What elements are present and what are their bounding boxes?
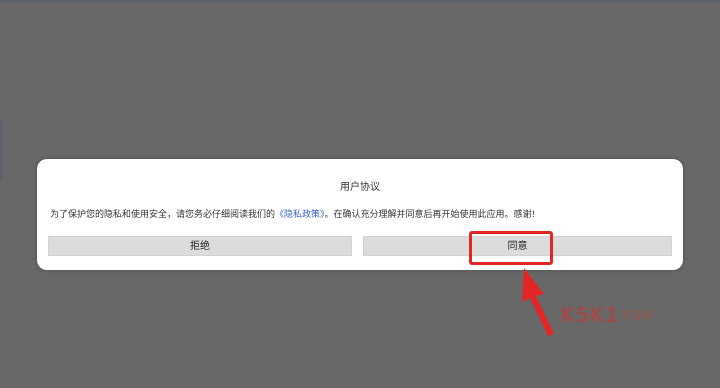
privacy-policy-link[interactable]: 《隐私政策》 <box>275 210 325 220</box>
agree-highlight-box <box>469 231 553 265</box>
message-before: 为了保护您的隐私和使用安全，请您务必仔细阅读我们的 <box>50 210 276 220</box>
k5k1-watermark-logo: K5K1 手游网 <box>560 303 653 327</box>
svg-text:手游网: 手游网 <box>620 308 653 322</box>
reject-button[interactable]: 拒绝 <box>48 236 352 256</box>
top-edge-strip <box>0 0 720 2</box>
left-edge-strip <box>0 120 2 180</box>
dialog-title: 用户协议 <box>340 182 380 193</box>
message-after: 。在确认充分理解并同意后再开始使用此应用。感谢! <box>324 210 536 220</box>
dialog-message: 为了保护您的隐私和使用安全，请您务必仔细阅读我们的《隐私政策》。在确认充分理解并… <box>50 207 675 220</box>
user-agreement-dialog: 用户协议 为了保护您的隐私和使用安全，请您务必仔细阅读我们的《隐私政策》。在确认… <box>37 159 683 270</box>
svg-text:K5K1: K5K1 <box>560 303 619 327</box>
